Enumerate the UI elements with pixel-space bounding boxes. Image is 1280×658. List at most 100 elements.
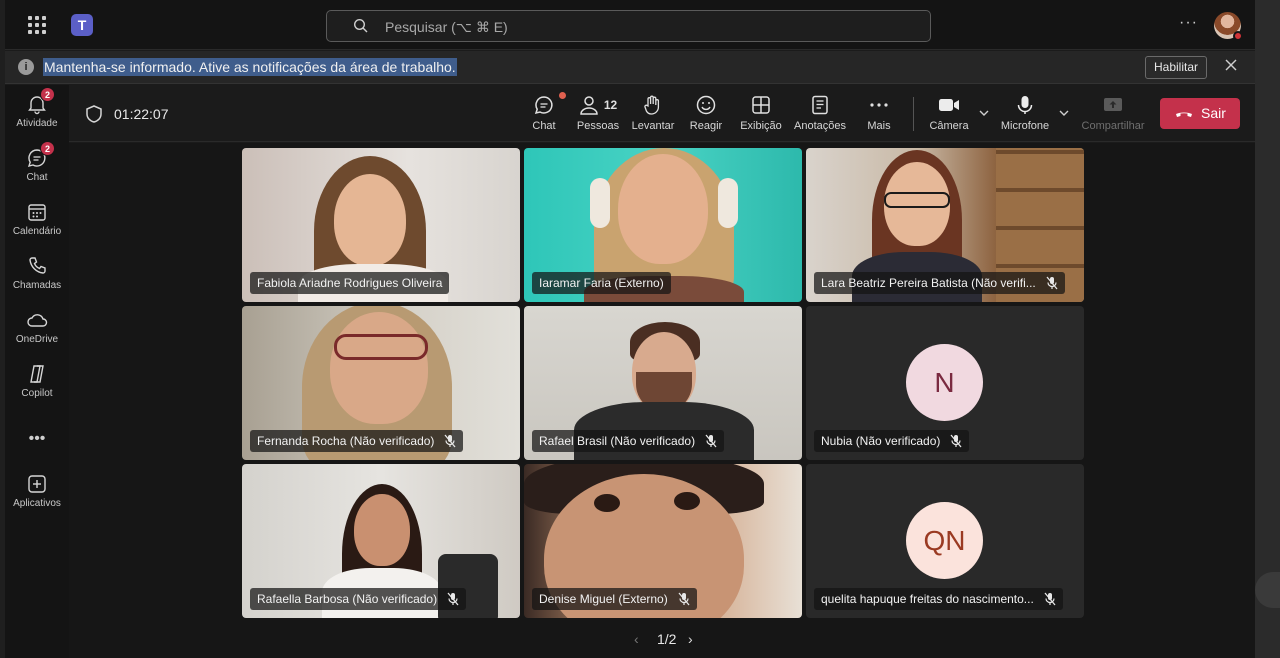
participant-name-tag: Iaramar Faria (Externo): [532, 272, 671, 294]
microphone-off-icon: [1044, 592, 1056, 606]
rail-label-chat: Chat: [26, 172, 48, 183]
app-launcher-icon[interactable]: [28, 16, 46, 34]
microphone-off-icon: [1046, 276, 1058, 290]
participant-tile[interactable]: N Nubia (Não verificado): [806, 306, 1084, 460]
chevron-right-icon[interactable]: ›: [688, 631, 693, 647]
rail-label-activity: Atividade: [16, 118, 58, 129]
people-button[interactable]: 12 Pessoas: [573, 93, 623, 132]
info-icon: i: [18, 59, 34, 75]
microphone-icon: [1017, 96, 1033, 114]
camera-options-chevron-down-icon[interactable]: [978, 107, 990, 119]
glasses-icon: [884, 192, 950, 208]
gallery-pager: ‹ 1/2 ›: [634, 629, 694, 649]
participant-tile[interactable]: Rafael Brasil (Não verificado): [524, 306, 802, 460]
rail-label-copilot: Copilot: [21, 388, 53, 399]
headphones-icon: [590, 178, 610, 228]
microphone-label: Microfone: [1000, 120, 1050, 132]
participant-tile[interactable]: Fabiola Ariadne Rodrigues Oliveira: [242, 148, 520, 302]
chat-badge: 2: [40, 141, 55, 156]
title-bar: T Pesquisar (⌥ ⌘ E) ···: [5, 0, 1255, 50]
participant-name-tag: Lara Beatriz Pereira Batista (Não verifi…: [814, 272, 1065, 294]
notification-banner: i Mantenha-se informado. Ative as notifi…: [5, 51, 1255, 84]
presence-busy-icon: [1233, 31, 1243, 41]
microphone-options-chevron-down-icon[interactable]: [1058, 107, 1070, 119]
notes-button[interactable]: Anotações: [791, 93, 849, 132]
react-label: Reagir: [689, 120, 723, 132]
rail-label-calendar: Calendário: [12, 226, 62, 237]
chevron-left-icon[interactable]: ‹: [634, 631, 639, 647]
page-indicator: 1/2: [657, 631, 677, 647]
participant-tile[interactable]: Fernanda Rocha (Não verificado): [242, 306, 520, 460]
teams-logo-icon: T: [71, 14, 93, 36]
rail-item-chat[interactable]: 2 Chat: [5, 141, 69, 183]
meeting-timer: 01:22:07: [114, 106, 169, 122]
camera-label: Câmera: [929, 120, 969, 132]
react-button[interactable]: Reagir: [686, 93, 726, 132]
people-count: 12: [603, 98, 618, 112]
participant-tile[interactable]: QN quelita hapuque freitas do nascimento…: [806, 464, 1084, 618]
close-icon[interactable]: [1224, 58, 1238, 72]
notes-label: Anotações: [794, 120, 846, 132]
emoji-icon: [696, 95, 716, 115]
participant-name-tag: Fabiola Ariadne Rodrigues Oliveira: [250, 272, 450, 294]
camera-icon: [939, 99, 959, 111]
enable-notifications-button[interactable]: Habilitar: [1145, 56, 1208, 79]
participant-tile[interactable]: Denise Miguel (Externo): [524, 464, 802, 618]
avatar[interactable]: [1214, 12, 1243, 41]
participant-tile[interactable]: Lara Beatriz Pereira Batista (Não verifi…: [806, 148, 1084, 302]
rail-item-apps[interactable]: Aplicativos: [5, 473, 69, 509]
participant-name-tag: Rafaella Barbosa (Não verificado): [250, 588, 467, 610]
microphone-off-icon: [447, 592, 459, 606]
raise-hand-label: Levantar: [631, 120, 675, 132]
video-stage: Fabiola Ariadne Rodrigues Oliveira Iaram…: [69, 143, 1255, 658]
leave-label: Sair: [1201, 105, 1226, 121]
more-button[interactable]: Mais: [861, 93, 897, 132]
rail-item-onedrive[interactable]: OneDrive: [5, 309, 69, 345]
rail-item-calls[interactable]: Chamadas: [5, 255, 69, 291]
more-apps-icon[interactable]: •••: [5, 430, 69, 448]
raise-hand-button[interactable]: Levantar: [629, 93, 677, 132]
raise-hand-icon: [644, 95, 660, 115]
participant-tile[interactable]: Rafaella Barbosa (Não verificado): [242, 464, 520, 618]
notes-icon: [812, 95, 828, 115]
rail-label-calls: Chamadas: [12, 280, 62, 291]
calendar-icon: [28, 204, 46, 221]
microphone-off-icon: [444, 434, 456, 448]
settings-more-icon[interactable]: ···: [1179, 14, 1198, 32]
camera-button[interactable]: Câmera: [924, 93, 974, 132]
people-icon: [580, 96, 598, 115]
participant-initials-avatar: N: [906, 344, 983, 421]
rail-item-activity[interactable]: 2 Atividade: [5, 87, 69, 129]
notification-message: Mantenha-se informado. Ative as notifica…: [43, 58, 457, 76]
microphone-off-icon: [678, 592, 690, 606]
add-apps-icon: [28, 475, 46, 493]
rail-item-copilot[interactable]: Copilot: [5, 363, 69, 399]
people-label: Pessoas: [576, 120, 620, 132]
cloud-icon: [27, 314, 48, 327]
chat-label: Chat: [532, 120, 556, 132]
chat-button[interactable]: Chat: [525, 92, 566, 132]
more-icon: [870, 103, 888, 107]
activity-badge: 2: [40, 87, 55, 102]
microphone-button[interactable]: Microfone: [997, 93, 1053, 132]
glasses-icon: [334, 334, 428, 360]
view-button[interactable]: Exibição: [738, 93, 784, 132]
leave-button[interactable]: Sair: [1160, 98, 1240, 129]
share-screen-icon: [1104, 98, 1122, 111]
search-input[interactable]: Pesquisar (⌥ ⌘ E): [326, 10, 931, 42]
participant-name-tag: Nubia (Não verificado): [814, 430, 970, 452]
rail-item-calendar[interactable]: Calendário: [5, 201, 69, 237]
copilot-icon: [30, 365, 44, 383]
participant-name-tag: Denise Miguel (Externo): [532, 588, 697, 610]
shield-icon: [86, 105, 102, 123]
microphone-off-icon: [950, 434, 962, 448]
hang-up-icon: [1176, 112, 1192, 117]
rail-label-onedrive: OneDrive: [15, 334, 59, 345]
share-button[interactable]: Compartilhar: [1077, 93, 1149, 132]
teams-window: T Pesquisar (⌥ ⌘ E) ··· i Mantenha-se in…: [5, 0, 1255, 658]
chat-icon: [534, 96, 553, 115]
participant-tile[interactable]: Iaramar Faria (Externo): [524, 148, 802, 302]
phone-icon: [29, 257, 46, 274]
participant-name-tag: quelita hapuque freitas do nascimento...: [814, 588, 1063, 610]
toolbar-divider: [913, 97, 914, 131]
